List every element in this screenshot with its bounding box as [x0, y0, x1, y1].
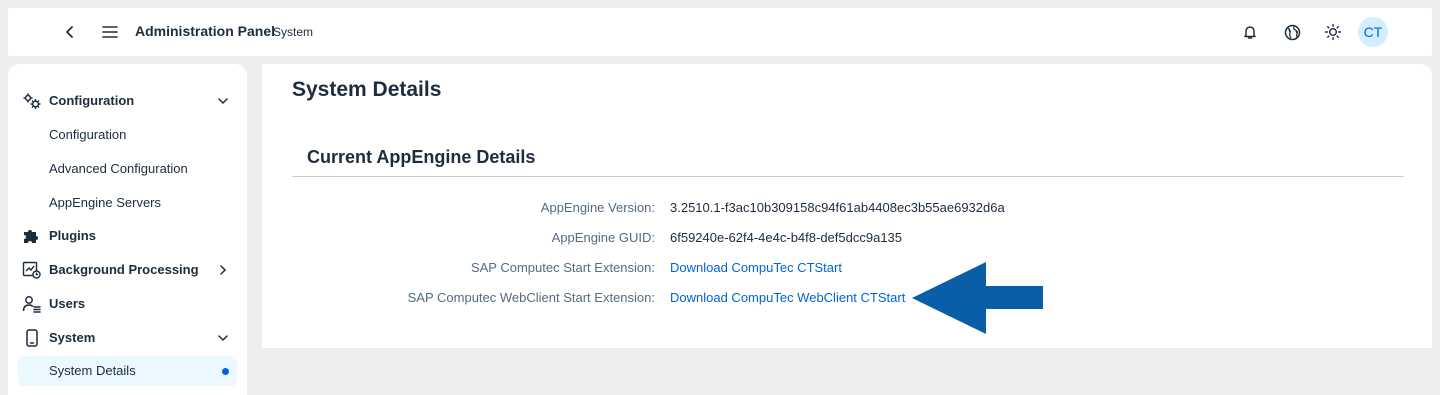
download-webclient-ctstart-link[interactable]: Download CompuTec WebClient CTStart [670, 290, 905, 305]
nav-group-plugins[interactable]: Plugins [18, 221, 237, 251]
detail-label-webclient-extension: SAP Computec WebClient Start Extension: [407, 290, 655, 305]
back-icon [66, 26, 73, 38]
chevron-down-icon [217, 95, 229, 107]
globe-icon [1284, 24, 1300, 40]
nav-label: System Details [49, 363, 136, 378]
detail-label-version: AppEngine Version: [540, 200, 655, 215]
nav-group-users[interactable]: Users [18, 289, 237, 319]
device-icon [22, 329, 42, 347]
chevron-right-icon [217, 264, 229, 276]
nav-label: Plugins [49, 228, 96, 243]
theme-button[interactable] [1317, 16, 1349, 48]
nav-item-appengine-servers[interactable]: AppEngine Servers [18, 188, 237, 218]
app-title: Administration Panel [135, 23, 276, 39]
detail-label-guid: AppEngine GUID: [551, 230, 655, 245]
menu-icon [102, 26, 118, 38]
annotation-arrow-icon [912, 262, 1043, 334]
bell-icon [1244, 26, 1256, 39]
section-title: Current AppEngine Details [307, 147, 536, 167]
background-processing-icon [22, 261, 42, 279]
gears-icon [22, 92, 42, 110]
nav-item-system-details[interactable]: System Details [18, 356, 237, 386]
detail-value-guid: 6f59240e-62f4-4e4c-b4f8-def5dcc9a135 [670, 230, 903, 245]
avatar[interactable]: CT [1358, 17, 1388, 47]
puzzle-icon [22, 227, 42, 245]
side-navigation: Configuration Configuration Advanced Con… [8, 64, 247, 395]
nav-group-background-processing[interactable]: Background Processing [18, 255, 237, 285]
menu-button[interactable] [94, 16, 126, 48]
nav-label: AppEngine Servers [49, 195, 162, 210]
notifications-button[interactable] [1234, 16, 1266, 48]
detail-label-start-extension: SAP Computec Start Extension: [470, 260, 655, 275]
shell-bar: Administration Panel System CT [8, 8, 1432, 56]
main-content: System Details Current AppEngine Details… [262, 64, 1432, 348]
nav-label: Configuration [49, 93, 135, 108]
section-divider [292, 176, 1404, 177]
nav-label: Configuration [49, 127, 127, 142]
nav-label: Background Processing [49, 262, 199, 277]
nav-item-configuration[interactable]: Configuration [18, 120, 237, 150]
nav-label: Advanced Configuration [49, 161, 188, 176]
selected-indicator [222, 368, 229, 375]
back-button[interactable] [54, 16, 86, 48]
nav-item-advanced-configuration[interactable]: Advanced Configuration [18, 154, 237, 184]
nav-label: Users [49, 296, 86, 311]
nav-group-configuration[interactable]: Configuration [18, 86, 237, 116]
page-title: System Details [292, 78, 442, 101]
app-subtitle: System [273, 25, 314, 39]
download-ctstart-link[interactable]: Download CompuTec CTStart [670, 260, 842, 275]
user-list-icon [22, 295, 42, 313]
nav-group-system[interactable]: System [18, 323, 237, 353]
language-button[interactable] [1276, 16, 1308, 48]
detail-value-version: 3.2510.1-f3ac10b309158c94f61ab4408ec3b55… [670, 200, 1005, 215]
sun-icon [1324, 23, 1342, 41]
chevron-down-icon [217, 332, 229, 344]
nav-label: System [49, 330, 96, 345]
